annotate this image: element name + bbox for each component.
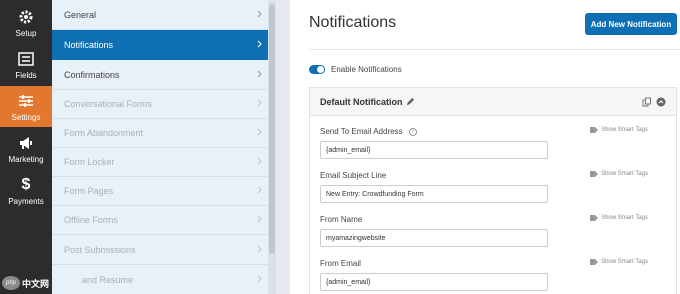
- chevron-right-icon: [257, 10, 262, 18]
- enable-notifications-toggle[interactable]: [309, 65, 325, 74]
- smart-tags-label: Show Smart Tags: [601, 127, 648, 133]
- notifications-panel: Notifications Add New Notification Enabl…: [290, 0, 680, 294]
- gear-icon: [18, 8, 34, 26]
- chevron-right-icon: [257, 128, 262, 136]
- from-email-input[interactable]: {admin_email}: [320, 273, 548, 291]
- chevron-right-icon: [257, 99, 262, 107]
- show-smart-tags-link[interactable]: Show Smart Tags: [590, 127, 648, 133]
- smart-tags-label: Show Smart Tags: [601, 171, 648, 177]
- show-smart-tags-link[interactable]: Show Smart Tags: [590, 215, 648, 221]
- email-subject-input[interactable]: New Entry: Crowdfunding Form: [320, 185, 548, 203]
- rail-item-label: Setup: [15, 28, 37, 38]
- submenu-item-label: General: [64, 9, 97, 20]
- show-smart-tags-link[interactable]: Show Smart Tags: [590, 171, 648, 177]
- chevron-right-icon: [257, 245, 262, 253]
- chevron-up-icon[interactable]: [656, 97, 666, 107]
- tag-icon: [590, 215, 599, 221]
- panel-gutter: [276, 0, 290, 294]
- field-label: From Name: [320, 215, 363, 224]
- submenu-item-label: Form Pages: [64, 185, 114, 196]
- enable-notifications-label: Enable Notifications: [331, 65, 402, 74]
- submenu-item-label: Form Locker: [64, 156, 115, 167]
- submenu-item-form-pages[interactable]: Form Pages: [52, 176, 276, 206]
- rail-item-fields[interactable]: Fields: [0, 44, 52, 85]
- megaphone-icon: [18, 134, 34, 152]
- submenu-item-label: Offline Forms: [64, 214, 118, 225]
- submenu-item-post-submissions[interactable]: Post Submissions: [52, 235, 276, 265]
- sliders-icon: [18, 92, 34, 110]
- fields-icon: [18, 50, 34, 68]
- submenu-item-label: Conversational Forms: [64, 98, 153, 109]
- rail-item-setup[interactable]: Setup: [0, 2, 52, 43]
- tag-icon: [590, 259, 599, 265]
- help-icon[interactable]: ?: [408, 127, 417, 136]
- chevron-right-icon: [257, 157, 262, 165]
- submenu-item-general[interactable]: General: [52, 0, 276, 30]
- card-header[interactable]: Default Notification: [310, 88, 676, 116]
- submenu-item-label: and Resume: [82, 274, 134, 285]
- card-title: Default Notification: [320, 97, 403, 107]
- submenu-item-form-locker[interactable]: Form Locker: [52, 147, 276, 177]
- watermark-text: 中文网: [22, 278, 50, 289]
- default-notification-card: Default Notification Send To Email Addre…: [309, 87, 677, 294]
- send-to-email-input[interactable]: {admin_email}: [320, 141, 548, 159]
- submenu-item-form-abandonment[interactable]: Form Abandonment: [52, 118, 276, 148]
- pencil-icon[interactable]: [406, 97, 415, 106]
- settings-submenu: General Notifications Confirmations Conv…: [52, 0, 276, 294]
- smart-tags-label: Show Smart Tags: [601, 259, 648, 265]
- submenu-item-label: Form Abandonment: [64, 127, 144, 138]
- rail-item-label: Settings: [11, 112, 41, 122]
- add-new-notification-button[interactable]: Add New Notification: [585, 13, 677, 35]
- smart-tags-label: Show Smart Tags: [601, 215, 648, 221]
- tag-icon: [590, 171, 599, 177]
- copy-icon[interactable]: [642, 97, 652, 107]
- submenu-item-offline-forms[interactable]: Offline Forms: [52, 205, 276, 235]
- chevron-right-icon: [257, 215, 262, 223]
- page-title: Notifications: [309, 14, 397, 31]
- rail-item-label: Marketing: [8, 154, 44, 164]
- dollar-icon: $: [21, 175, 31, 193]
- submenu-item-confirmations[interactable]: Confirmations: [52, 60, 276, 90]
- watermark: php 中文网: [2, 274, 82, 292]
- chevron-right-icon: [257, 40, 262, 48]
- left-nav-rail: Setup Fields Settings Marketing $ Paymen…: [0, 0, 52, 294]
- rail-item-settings[interactable]: Settings: [0, 86, 52, 127]
- submenu-item-conversational-forms[interactable]: Conversational Forms: [52, 89, 276, 119]
- field-label-text: Send To Email Address: [320, 127, 403, 136]
- field-label: Send To Email Address?: [320, 127, 417, 136]
- enable-notifications-row: Enable Notifications: [309, 65, 402, 74]
- tag-icon: [590, 127, 599, 133]
- submenu-item-label: Confirmations: [64, 69, 120, 80]
- divider: [309, 49, 680, 50]
- submenu-item-label: Notifications: [64, 39, 114, 50]
- show-smart-tags-link[interactable]: Show Smart Tags: [590, 259, 648, 265]
- from-name-input[interactable]: myamazingwebsite: [320, 229, 548, 247]
- field-label: Email Subject Line: [320, 171, 387, 180]
- submenu-item-label: Post Submissions: [64, 244, 136, 255]
- chevron-right-icon: [257, 70, 262, 78]
- rail-item-label: Payments: [8, 196, 44, 206]
- chevron-right-icon: [257, 275, 262, 283]
- submenu-item-save-and-resume[interactable]: and Resume: [52, 265, 276, 294]
- toggle-knob: [317, 66, 324, 73]
- field-label: From Email: [320, 259, 361, 268]
- rail-item-payments[interactable]: $ Payments: [0, 170, 52, 211]
- php-logo: php: [2, 276, 20, 290]
- rail-item-marketing[interactable]: Marketing: [0, 128, 52, 169]
- rail-item-label: Fields: [15, 70, 37, 80]
- submenu-scrollbar[interactable]: [268, 0, 276, 294]
- scrollbar-thumb[interactable]: [269, 4, 275, 254]
- submenu-item-notifications[interactable]: Notifications: [52, 30, 276, 60]
- chevron-right-icon: [257, 186, 262, 194]
